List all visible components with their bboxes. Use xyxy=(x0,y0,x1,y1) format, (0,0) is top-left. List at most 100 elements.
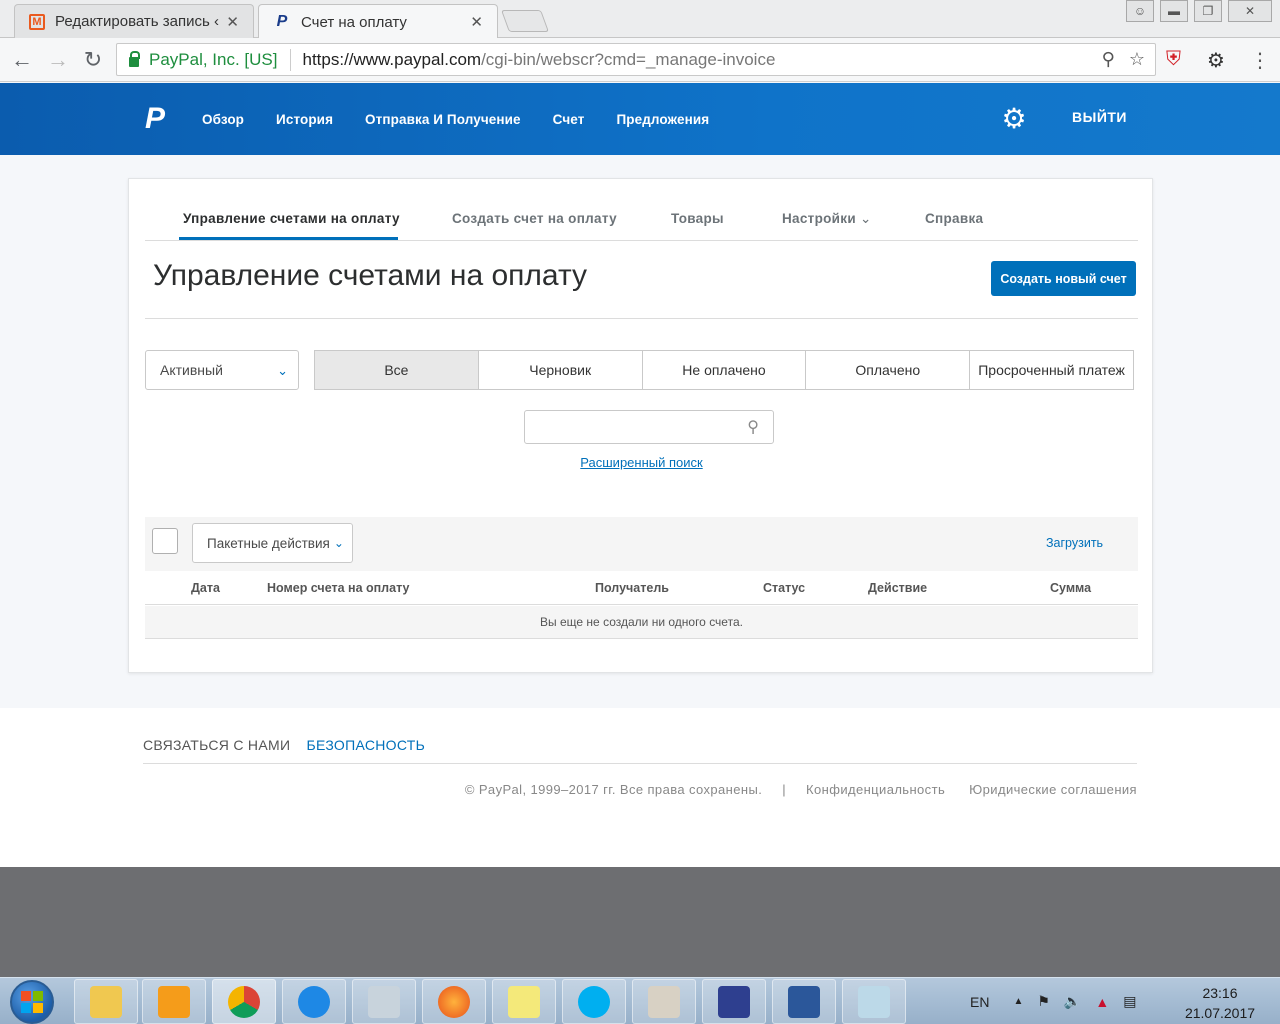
col-date[interactable]: Дата xyxy=(191,581,220,595)
settings-gear-icon[interactable]: ⚙ xyxy=(1000,105,1028,133)
tab-help[interactable]: Справка xyxy=(925,211,983,226)
filter-tabs: Все Черновик Не оплачено Оплачено Просро… xyxy=(314,350,1134,390)
close-window-button[interactable]: ✕ xyxy=(1228,0,1272,22)
chevron-down-icon: ⌄ xyxy=(333,536,344,550)
taskbar-sticky-notes[interactable] xyxy=(492,979,556,1024)
footer-legal: © PayPal, 1999–2017 гг. Все права сохран… xyxy=(465,782,1137,797)
ev-certificate-label[interactable]: PayPal, Inc. [US] xyxy=(149,50,278,70)
search-icon[interactable]: ⚲ xyxy=(747,417,759,437)
security-link[interactable]: БЕЗОПАСНОСТЬ xyxy=(307,737,426,753)
nav-account[interactable]: Счет xyxy=(537,112,601,127)
tab-manage-invoices[interactable]: Управление счетами на оплату xyxy=(183,211,400,226)
filter-draft[interactable]: Черновик xyxy=(479,351,643,389)
batch-actions-label: Пакетные действия xyxy=(207,535,330,551)
taskbar-ie[interactable] xyxy=(282,979,346,1024)
browser-toolbar: ← → ↻ PayPal, Inc. [US] https://www.payp… xyxy=(0,38,1280,82)
zoom-icon[interactable]: ⚲ xyxy=(1102,49,1115,70)
col-status[interactable]: Статус xyxy=(763,581,805,595)
filter-overdue[interactable]: Просроченный платеж xyxy=(970,351,1133,389)
browser-tab-edit-post[interactable]: M Редактировать запись ‹ ✕ xyxy=(14,4,254,38)
start-button[interactable] xyxy=(10,980,54,1024)
main-nav: Обзор История Отправка И Получение Счет … xyxy=(186,83,725,155)
shield-extension-icon[interactable]: ⛨ xyxy=(1166,48,1181,71)
bookmark-star-icon[interactable]: ☆ xyxy=(1129,49,1145,70)
network-icon[interactable]: ▤ xyxy=(1123,993,1136,1010)
forward-icon[interactable]: → xyxy=(46,47,70,72)
close-tab-icon[interactable]: ✕ xyxy=(226,13,239,31)
address-bar[interactable]: PayPal, Inc. [US] https://www.paypal.com… xyxy=(116,43,1156,76)
volume-icon[interactable]: 🔈 xyxy=(1064,993,1081,1010)
contact-us-link[interactable]: СВЯЗАТЬСЯ С НАМИ xyxy=(143,737,290,753)
taskbar-paint[interactable] xyxy=(632,979,696,1024)
upload-link[interactable]: Загрузить xyxy=(1046,536,1103,550)
nav-offers[interactable]: Предложения xyxy=(600,112,725,127)
url-path: /cgi-bin/webscr?cmd=_manage-invoice xyxy=(481,49,776,69)
batch-actions-dropdown[interactable]: Пакетные действия ⌄ xyxy=(192,523,353,563)
new-tab-button[interactable] xyxy=(500,10,550,32)
nav-send-receive[interactable]: Отправка И Получение xyxy=(349,112,537,127)
minimize-button[interactable]: ▬ xyxy=(1160,0,1188,22)
lock-icon xyxy=(129,50,140,67)
m-icon: M xyxy=(29,13,45,30)
gear-extension-icon[interactable]: ⚙ xyxy=(1207,48,1225,73)
address-separator xyxy=(289,48,291,71)
filter-paid[interactable]: Оплачено xyxy=(806,351,971,389)
skype-icon xyxy=(578,985,610,1018)
reload-icon[interactable]: ↻ xyxy=(81,47,105,72)
nav-overview[interactable]: Обзор xyxy=(186,112,260,127)
advanced-search-text[interactable]: Расширенный поиск xyxy=(580,455,702,470)
privacy-link[interactable]: Конфиденциальность xyxy=(806,782,945,797)
col-recipient[interactable]: Получатель xyxy=(595,581,669,595)
taskbar-save-app[interactable] xyxy=(702,979,766,1024)
taskbar-word[interactable] xyxy=(772,979,836,1024)
paypal-logo-icon[interactable]: P xyxy=(145,103,173,135)
windows-taskbar: EN ▲ ⚑ 🔈 ▲ ▤ 23:16 21.07.2017 xyxy=(0,977,1280,1024)
taskbar-calculator[interactable] xyxy=(352,979,416,1024)
status-dropdown[interactable]: Активный ⌄ xyxy=(145,350,299,390)
tab-settings[interactable]: Настройки ⌄ xyxy=(782,211,872,227)
empty-page-area xyxy=(0,867,1280,977)
show-hidden-icons-icon[interactable]: ▲ xyxy=(1013,996,1023,1007)
table-header: Дата Номер счета на оплату Получатель Ст… xyxy=(145,573,1138,605)
filter-all[interactable]: Все xyxy=(315,351,479,389)
browser-tab-invoice[interactable]: P Счет на оплату ✕ xyxy=(258,4,498,39)
select-all-checkbox[interactable] xyxy=(152,528,178,554)
footer-links: СВЯЗАТЬСЯ С НАМИ БЕЗОПАСНОСТЬ xyxy=(143,737,425,753)
clock-time: 23:16 xyxy=(1202,985,1238,1001)
create-invoice-button[interactable]: Создать новый счет xyxy=(991,261,1136,296)
taskbar-notepad[interactable] xyxy=(842,979,906,1024)
menu-icon[interactable]: ⋮ xyxy=(1250,48,1270,73)
taskbar-firefox[interactable] xyxy=(422,979,486,1024)
col-amount[interactable]: Сумма xyxy=(1050,581,1091,595)
copyright-text: © PayPal, 1999–2017 гг. Все права сохран… xyxy=(464,782,763,797)
notepad-icon xyxy=(858,985,890,1018)
taskbar-skype[interactable] xyxy=(562,979,626,1024)
logout-button[interactable]: ВЫЙТИ xyxy=(1072,109,1127,125)
tab-title: Редактировать запись ‹ xyxy=(55,13,219,30)
close-tab-icon[interactable]: ✕ xyxy=(470,13,483,31)
taskbar-media-player[interactable] xyxy=(142,979,206,1024)
back-icon[interactable]: ← xyxy=(10,47,34,72)
taskbar-chrome[interactable] xyxy=(212,979,276,1024)
col-invoice-number[interactable]: Номер счета на оплату xyxy=(267,581,409,595)
firefox-icon xyxy=(438,985,470,1018)
taskbar-clock[interactable]: 23:16 21.07.2017 xyxy=(1180,983,1260,1023)
paint-icon xyxy=(648,985,680,1018)
word-icon xyxy=(788,985,820,1018)
legal-agreements-link[interactable]: Юридические соглашения xyxy=(969,782,1137,797)
taskbar-explorer[interactable] xyxy=(74,979,138,1024)
user-icon[interactable]: ☺ xyxy=(1126,0,1154,22)
search-input[interactable]: ⚲ xyxy=(524,410,774,444)
restore-button[interactable]: ❐ xyxy=(1194,0,1222,22)
calculator-icon xyxy=(368,985,400,1018)
nav-history[interactable]: История xyxy=(260,112,349,127)
advanced-search-link: Расширенный поиск xyxy=(129,455,1154,470)
invoice-subnav: Управление счетами на оплату Создать сче… xyxy=(145,179,1138,241)
tab-products[interactable]: Товары xyxy=(671,211,724,226)
antivirus-icon[interactable]: ▲ xyxy=(1095,994,1109,1010)
filter-unpaid[interactable]: Не оплачено xyxy=(643,351,807,389)
action-center-flag-icon[interactable]: ⚑ xyxy=(1037,993,1050,1010)
language-indicator[interactable]: EN xyxy=(970,994,989,1010)
tab-title: Счет на оплату xyxy=(301,13,407,31)
tab-create-invoice[interactable]: Создать счет на оплату xyxy=(452,211,617,226)
